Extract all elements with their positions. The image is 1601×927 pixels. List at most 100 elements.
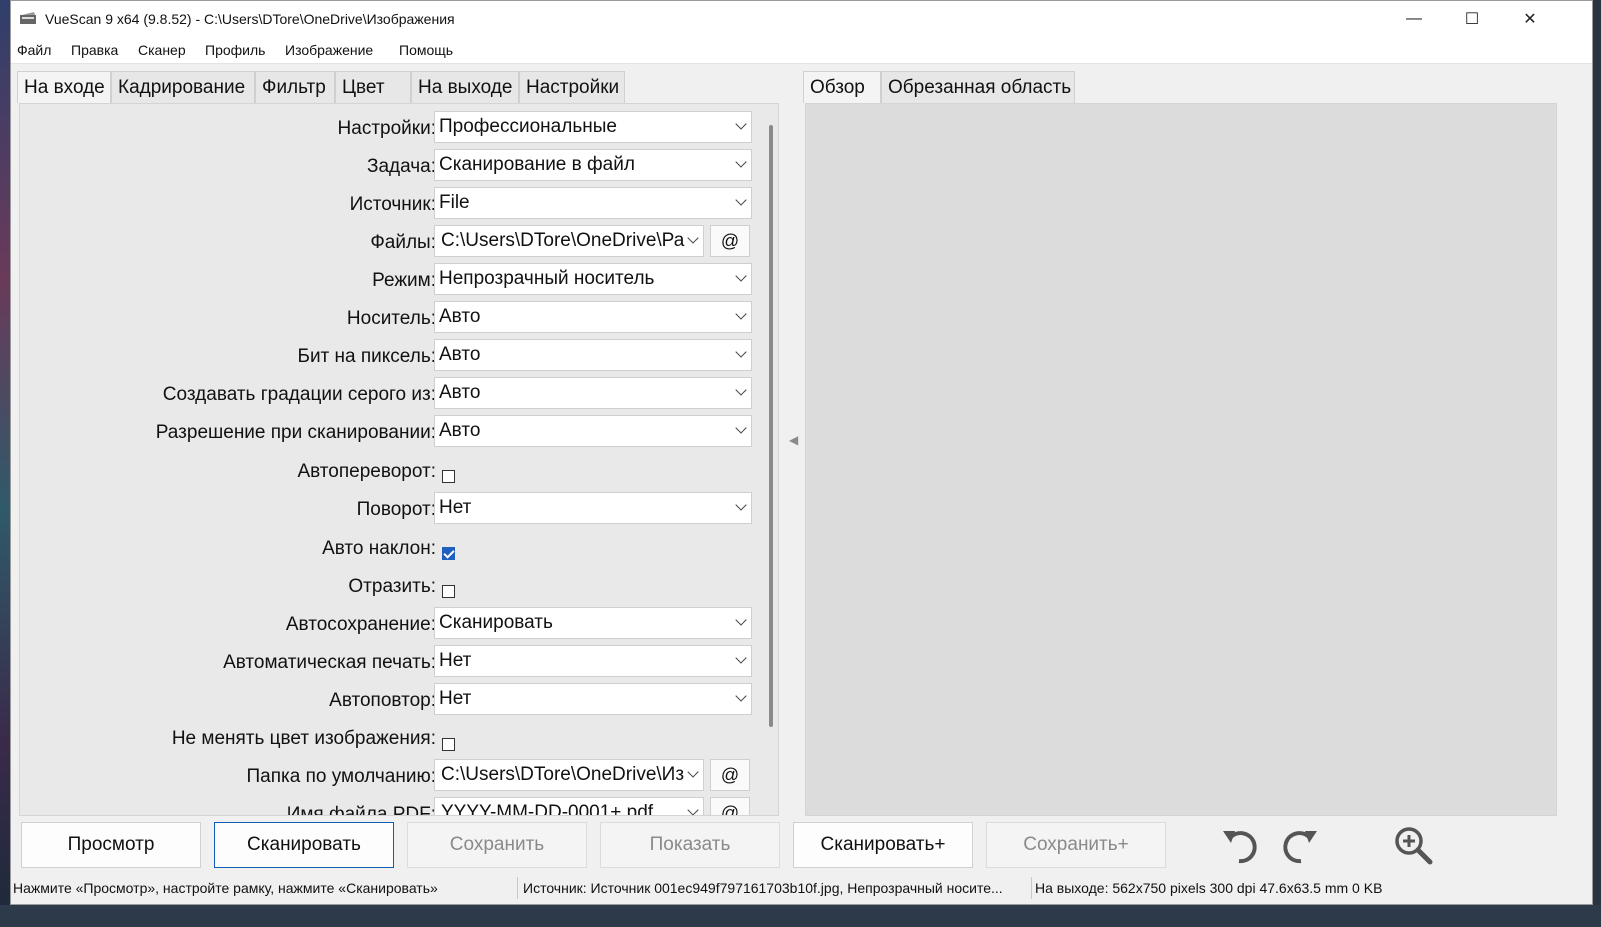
- mirror-label: Отразить:: [348, 576, 436, 597]
- chevron-down-icon: [735, 156, 747, 168]
- scan-plus-button[interactable]: Сканировать+: [793, 822, 973, 868]
- chevron-down-icon: [735, 384, 747, 396]
- pdf-name-browse-button[interactable]: @: [710, 797, 750, 815]
- menu-edit[interactable]: Правка: [71, 42, 118, 58]
- tab-crop[interactable]: Кадрирование: [111, 71, 255, 103]
- menu-file[interactable]: Файл: [17, 42, 51, 58]
- chevron-down-icon: [687, 766, 699, 778]
- minimize-icon: —: [1406, 10, 1422, 27]
- source-label: Источник:: [349, 194, 436, 215]
- preview-button[interactable]: Просмотр: [21, 822, 201, 868]
- autosave-select[interactable]: Сканировать: [434, 607, 752, 639]
- save-plus-button[interactable]: Сохранить+: [986, 822, 1166, 868]
- default-folder-label: Папка по умолчанию:: [246, 766, 437, 787]
- minimize-button[interactable]: —: [1385, 1, 1443, 37]
- files-combo[interactable]: C:\Users\DTore\OneDrive\Ра: [434, 225, 704, 257]
- status-source: Источник: Источник 001ec949f797161703b10…: [523, 880, 1003, 896]
- tab-settings[interactable]: Настройки: [519, 71, 625, 103]
- right-edge-strip: [1561, 101, 1591, 816]
- close-button[interactable]: ✕: [1501, 1, 1559, 37]
- window-title: VueScan 9 x64 (9.8.52) - C:\Users\DTore\…: [45, 11, 455, 27]
- menu-profile[interactable]: Профиль: [205, 42, 265, 58]
- bits-value: Авто: [439, 344, 481, 365]
- pdf-name-combo[interactable]: YYYY-MM-DD-0001+.pdf: [434, 797, 704, 815]
- source-select[interactable]: File: [434, 187, 752, 219]
- auto-skew-checkbox[interactable]: [442, 547, 455, 560]
- autoprint-value: Нет: [439, 650, 472, 671]
- rotate-left-icon: [1223, 831, 1257, 864]
- autoprint-select[interactable]: Нет: [434, 645, 752, 677]
- default-folder-browse-button[interactable]: @: [710, 759, 750, 791]
- settings-select[interactable]: Профессиональные: [434, 111, 752, 143]
- media-select[interactable]: Авто: [434, 301, 752, 333]
- files-label: Файлы:: [370, 232, 436, 253]
- save-button[interactable]: Сохранить: [407, 822, 587, 868]
- autosave-label: Автосохранение:: [285, 614, 436, 635]
- mode-label: Режим:: [372, 270, 436, 291]
- desktop-right-edge: [1593, 0, 1601, 927]
- autosave-value: Сканировать: [439, 612, 553, 633]
- chevron-down-icon: [735, 346, 747, 358]
- tab-cropped-area[interactable]: Обрезанная область: [881, 71, 1075, 103]
- zoom-in-button[interactable]: [1391, 823, 1435, 867]
- source-value: File: [439, 192, 470, 213]
- tab-output[interactable]: На выходе: [411, 71, 519, 103]
- tab-preview[interactable]: Обзор: [803, 71, 881, 103]
- rotation-select[interactable]: Нет: [434, 492, 752, 524]
- mirror-checkbox[interactable]: [442, 585, 455, 598]
- vuescan-app-icon: [20, 12, 36, 24]
- menu-help[interactable]: Помощь: [399, 42, 453, 58]
- settings-scrollbar[interactable]: [769, 125, 773, 727]
- gray-select[interactable]: Авто: [434, 377, 752, 409]
- collapse-arrow-icon[interactable]: ◀: [789, 433, 798, 447]
- right-tab-bar: Обзор Обрезанная область: [803, 71, 1075, 103]
- resolution-select[interactable]: Авто: [434, 415, 752, 447]
- show-button[interactable]: Показать: [600, 822, 780, 868]
- rotate-left-button[interactable]: [1217, 823, 1261, 867]
- maximize-button[interactable]: ☐: [1443, 1, 1501, 37]
- mode-select[interactable]: Непрозрачный носитель: [434, 263, 752, 295]
- auto-skew-label: Авто наклон:: [322, 538, 436, 559]
- chevron-down-icon: [735, 499, 747, 511]
- chevron-down-icon: [687, 804, 699, 815]
- preview-area[interactable]: [805, 103, 1557, 816]
- gray-label: Создавать градации серого из:: [162, 384, 436, 405]
- resolution-label: Разрешение при сканировании:: [155, 422, 436, 443]
- menu-image[interactable]: Изображение: [285, 42, 373, 58]
- tab-filter[interactable]: Фильтр: [255, 71, 335, 103]
- chevron-down-icon: [735, 194, 747, 206]
- tab-color[interactable]: Цвет: [335, 71, 411, 103]
- autorepeat-select[interactable]: Нет: [434, 683, 752, 715]
- status-bar: Нажмите «Просмотр», настройте рамку, наж…: [11, 877, 1592, 899]
- autorepeat-label: Автоповтор:: [329, 690, 436, 711]
- bits-select[interactable]: Авто: [434, 339, 752, 371]
- auto-flip-checkbox[interactable]: [442, 470, 455, 483]
- rotation-value: Нет: [439, 497, 472, 518]
- maximize-icon: ☐: [1464, 11, 1480, 28]
- task-label: Задача:: [366, 156, 436, 177]
- title-bar: VueScan 9 x64 (9.8.52) - C:\Users\DTore\…: [11, 1, 1592, 37]
- chevron-down-icon: [687, 232, 699, 244]
- status-output: На выходе: 562x750 pixels 300 dpi 47.6x6…: [1035, 880, 1383, 896]
- close-icon: ✕: [1523, 11, 1537, 28]
- files-value: C:\Users\DTore\OneDrive\Ра: [441, 230, 685, 251]
- chevron-down-icon: [735, 614, 747, 626]
- menu-scanner[interactable]: Сканер: [138, 42, 186, 58]
- rotate-right-icon: [1283, 831, 1317, 864]
- files-browse-button[interactable]: @: [710, 225, 750, 257]
- bits-label: Бит на пиксель:: [297, 346, 436, 367]
- chevron-down-icon: [735, 308, 747, 320]
- auto-flip-label: Автопереворот:: [297, 461, 436, 482]
- resolution-value: Авто: [439, 420, 481, 441]
- scan-button[interactable]: Сканировать: [214, 822, 394, 868]
- settings-panel: Настройки: Профессиональные Задача: Скан…: [19, 103, 779, 816]
- rotate-right-button[interactable]: [1279, 823, 1323, 867]
- settings-value: Профессиональные: [439, 116, 617, 137]
- status-divider: [1031, 877, 1032, 899]
- task-select[interactable]: Сканирование в файл: [434, 149, 752, 181]
- desktop-taskbar-edge: [0, 905, 1601, 927]
- zoom-in-icon: [1395, 827, 1433, 865]
- default-folder-combo[interactable]: C:\Users\DTore\OneDrive\Из: [434, 759, 704, 791]
- tab-input[interactable]: На входе: [17, 71, 111, 103]
- keep-color-checkbox[interactable]: [442, 738, 455, 751]
